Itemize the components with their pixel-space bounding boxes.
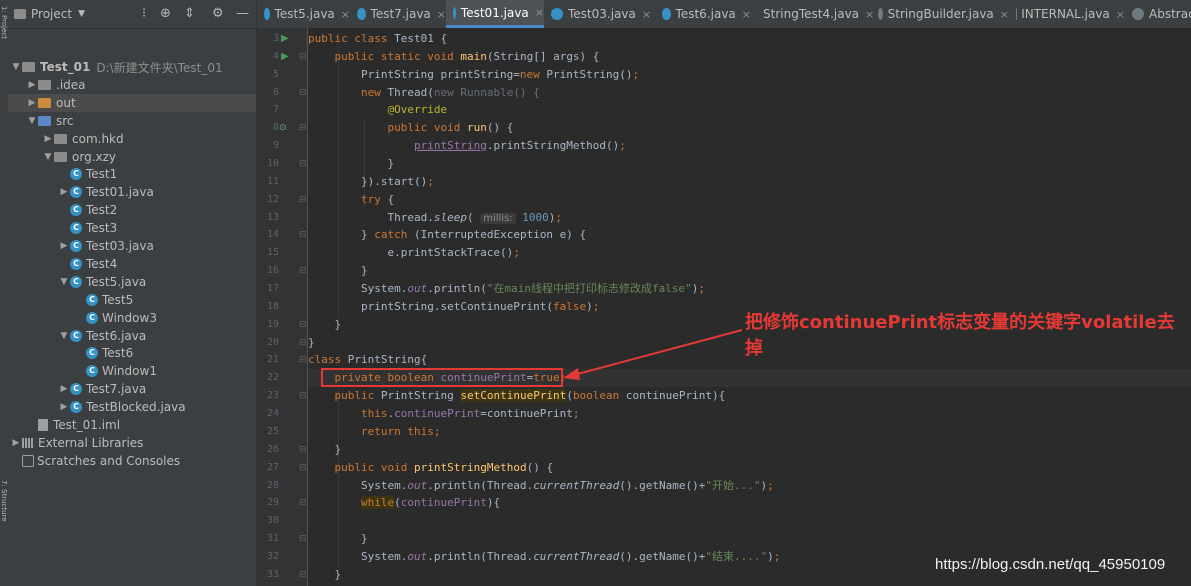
watermark: https://blog.csdn.net/qq_45950109 — [935, 556, 1166, 573]
annotation-note: 把修饰continuePrint标志变量的关键字volatile去掉 — [745, 312, 1175, 359]
annotation-arrow — [563, 329, 743, 380]
